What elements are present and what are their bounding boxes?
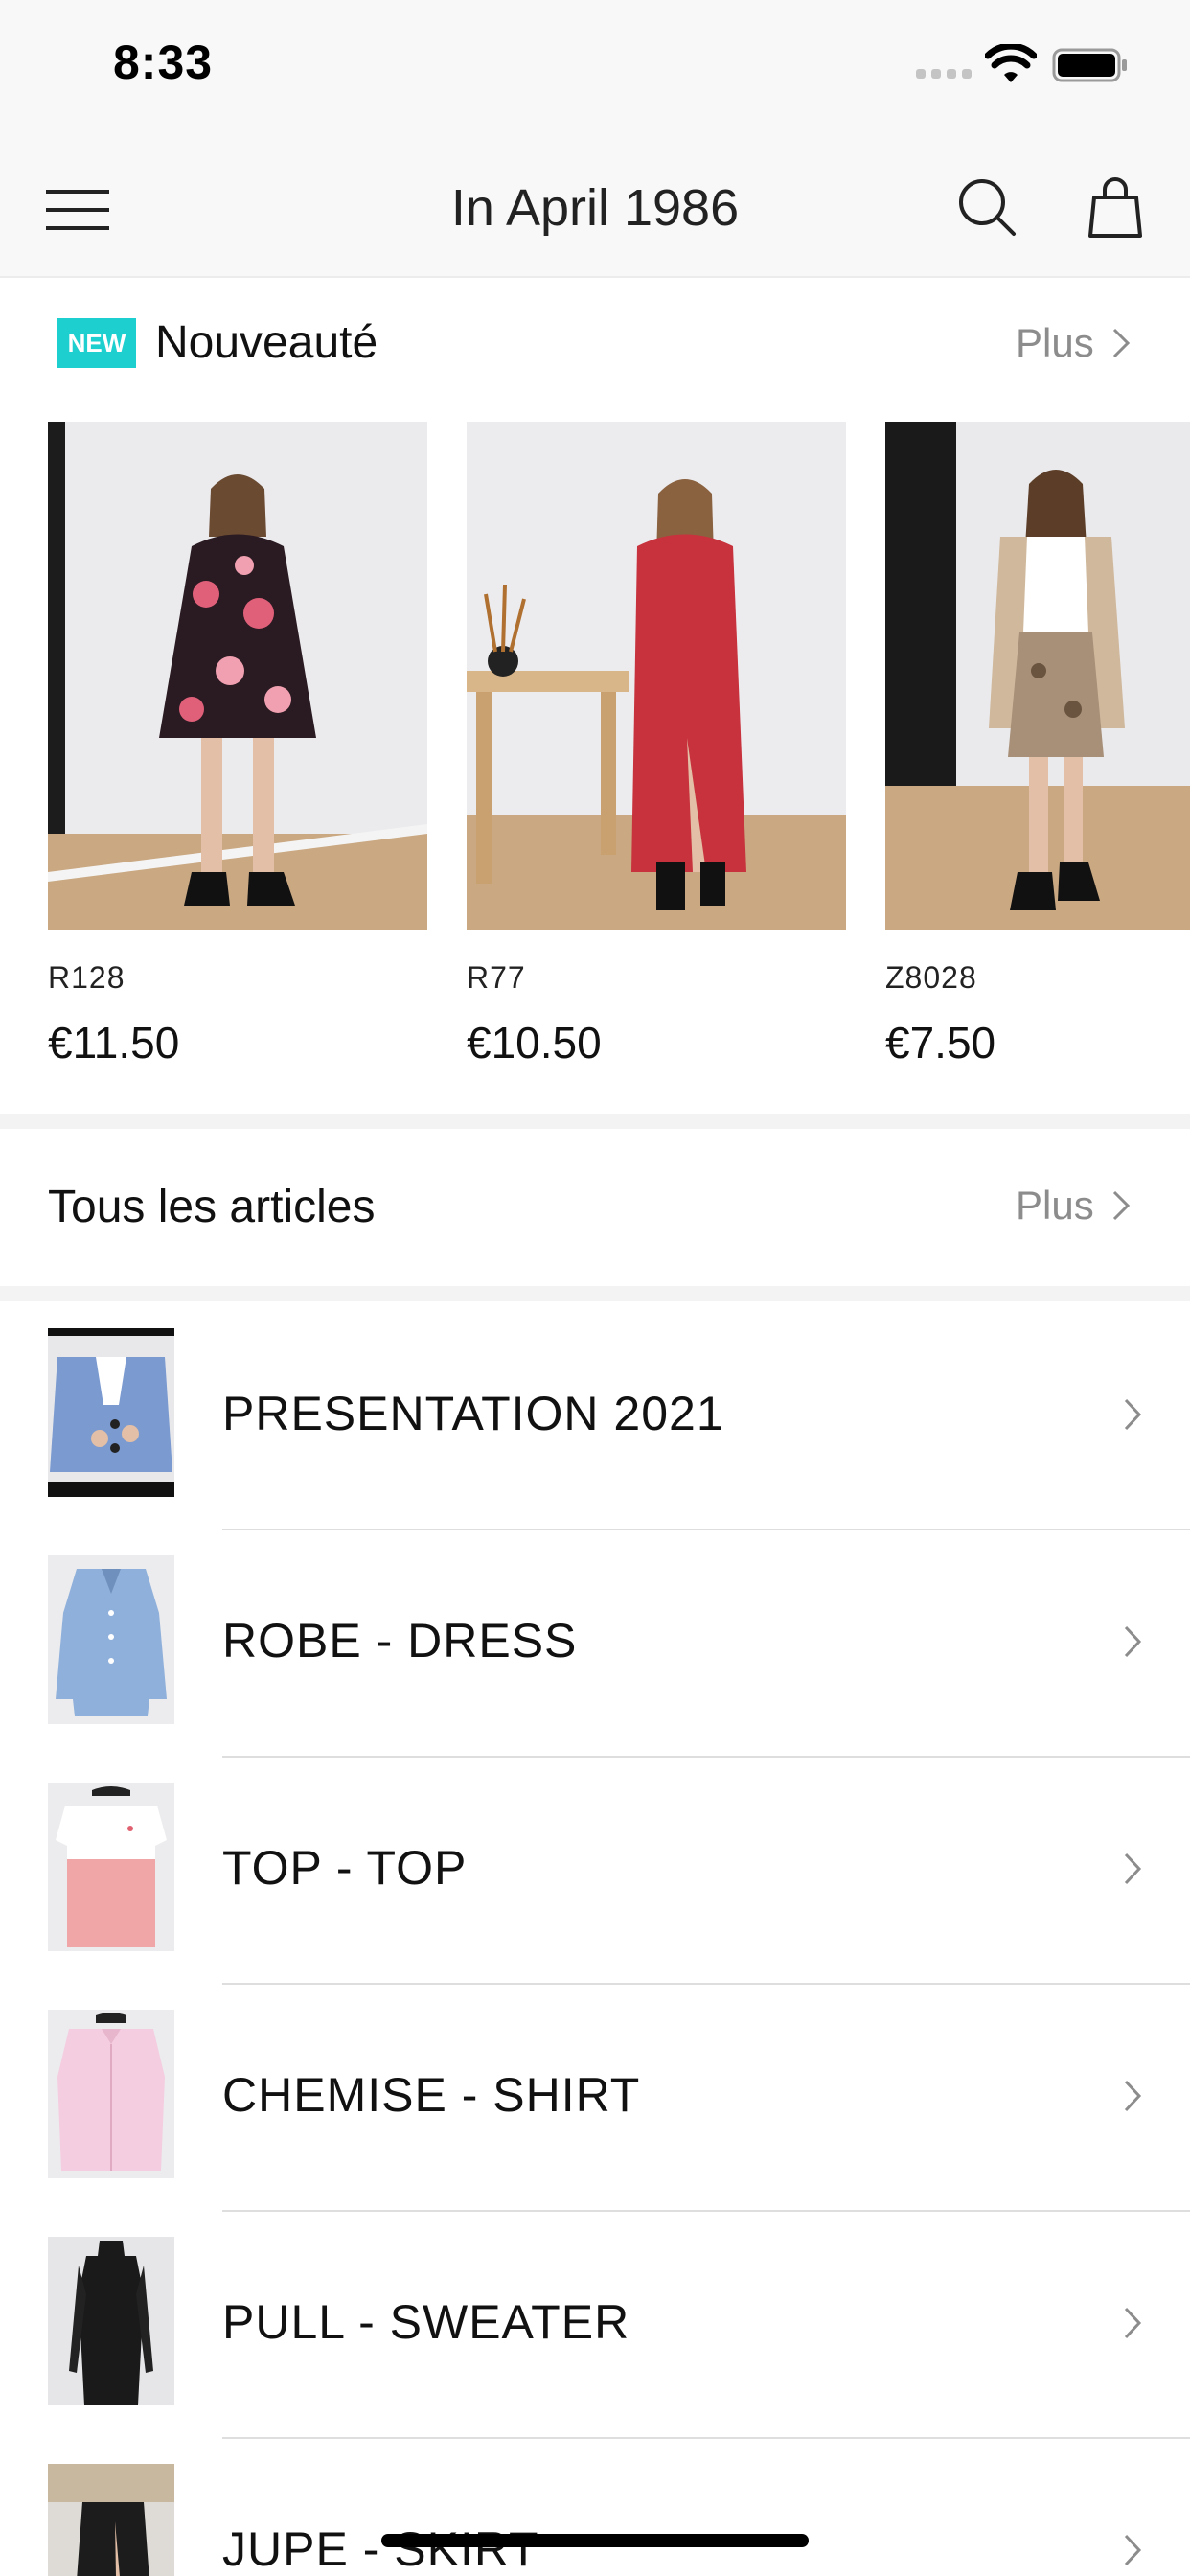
category-row[interactable]: TOP - TOP (0, 1758, 1190, 1985)
status-time: 8:33 (113, 35, 214, 89)
category-thumbnail (48, 2464, 174, 2576)
home-indicator[interactable] (381, 2534, 809, 2547)
product-price: €7.50 (885, 1018, 996, 1068)
category-row[interactable]: ROBE - DRESS (0, 1530, 1190, 1758)
category-label: PULL - SWEATER (222, 2295, 630, 2349)
status-bar: 8:33 (0, 0, 1190, 134)
chevron-right-icon (1112, 328, 1130, 358)
all-articles-header: Tous les articles Plus (0, 1129, 1190, 1286)
category-label: JUPE - SKIRT (222, 2522, 539, 2576)
product-code: Z8028 (885, 960, 977, 995)
product-photo (467, 422, 846, 930)
new-arrivals-more-link[interactable]: Plus (1016, 320, 1131, 366)
chevron-right-icon (1124, 2080, 1142, 2112)
new-arrivals-section: NEW Nouveauté Plus R128 €11.50 R77 €10.5… (0, 278, 1190, 1114)
category-list: PRESENTATION 2021 ROBE - DRESS TOP - TOP… (0, 1303, 1190, 2576)
product-card[interactable]: Z8028 €7.50 (885, 422, 1190, 1069)
category-thumbnail (48, 2237, 174, 2405)
category-row[interactable]: PRESENTATION 2021 (0, 1303, 1190, 1530)
category-thumbnail (48, 2010, 174, 2178)
product-price: €10.50 (467, 1018, 602, 1068)
battery-icon (1052, 48, 1127, 82)
new-arrivals-title: Nouveauté (155, 317, 378, 368)
section-separator (0, 1114, 1190, 1129)
category-thumbnail (48, 1328, 174, 1497)
product-card[interactable]: R77 €10.50 (467, 422, 846, 1069)
more-link-label: Plus (1016, 1183, 1094, 1228)
wifi-icon (985, 44, 1037, 82)
navigation-bar: In April 1986 (0, 134, 1190, 278)
category-thumbnail (48, 1782, 174, 1951)
product-photo (885, 422, 1190, 930)
chevron-right-icon (1124, 1852, 1142, 1885)
category-thumbnail (48, 1555, 174, 1724)
chevron-right-icon (1124, 1398, 1142, 1431)
category-row[interactable]: CHEMISE - SHIRT (0, 1985, 1190, 2212)
shopping-bag-icon[interactable] (1087, 174, 1144, 240)
product-card[interactable]: R128 €11.50 (48, 422, 427, 1069)
chevron-right-icon (1124, 1625, 1142, 1658)
new-badge: NEW (57, 318, 136, 368)
category-row[interactable]: JUPE - SKIRT (0, 2439, 1190, 2576)
cellular-signal-icon (916, 69, 972, 79)
chevron-right-icon (1124, 2534, 1142, 2566)
category-label: TOP - TOP (222, 1841, 468, 1895)
product-price: €11.50 (48, 1018, 180, 1068)
section-separator (0, 1286, 1190, 1301)
search-icon[interactable] (956, 176, 1018, 238)
chevron-right-icon (1124, 2307, 1142, 2339)
category-label: ROBE - DRESS (222, 1614, 578, 1668)
category-label: PRESENTATION 2021 (222, 1387, 724, 1440)
all-articles-title: Tous les articles (48, 1182, 376, 1232)
chevron-right-icon (1112, 1190, 1130, 1221)
category-label: CHEMISE - SHIRT (222, 2068, 641, 2122)
product-code: R128 (48, 960, 126, 995)
product-photo (48, 422, 427, 930)
category-row[interactable]: PULL - SWEATER (0, 2212, 1190, 2439)
more-link-label: Plus (1016, 320, 1094, 365)
all-articles-more-link[interactable]: Plus (1016, 1183, 1131, 1229)
product-code: R77 (467, 960, 526, 995)
